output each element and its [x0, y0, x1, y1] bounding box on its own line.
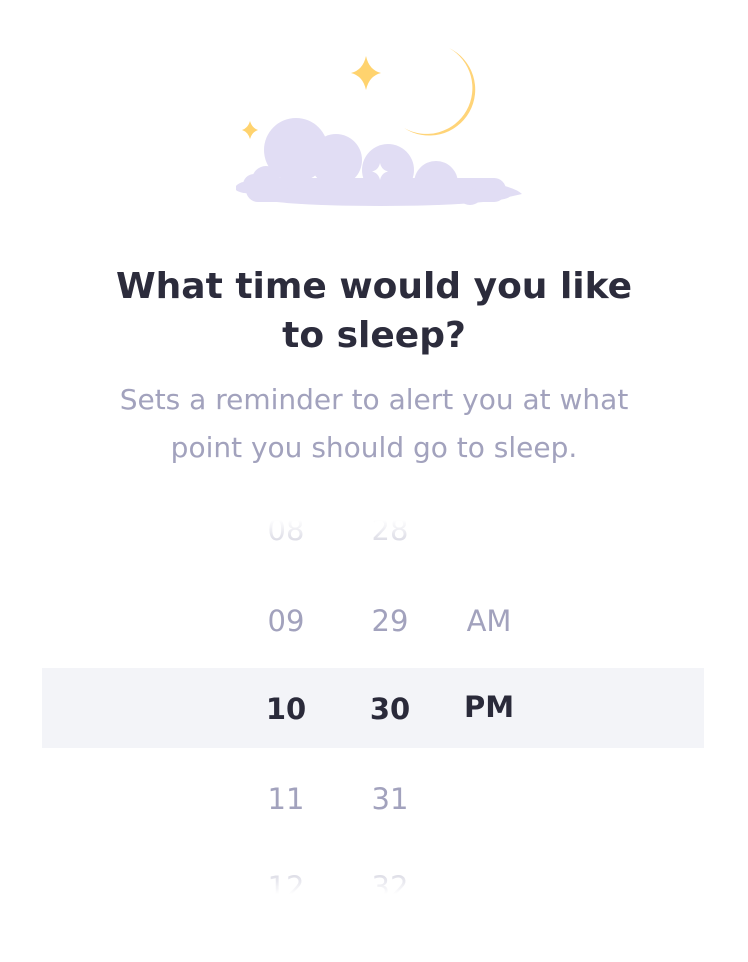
star-icon: [351, 56, 381, 90]
minute-option-selected[interactable]: 30: [340, 691, 440, 727]
sleep-illustration: [0, 0, 748, 230]
period-option-am[interactable]: AM: [440, 603, 538, 639]
period-option-pm-selected[interactable]: PM: [440, 689, 538, 725]
minute-option[interactable]: 31: [340, 781, 440, 817]
star-icon: [242, 121, 258, 139]
page-description-line-1: Sets a reminder to alert you at what: [119, 383, 629, 416]
night-sky-illustration: [236, 48, 522, 206]
hour-option[interactable]: 12: [236, 869, 336, 905]
page-title-line-1: What time would you like: [115, 266, 633, 307]
page-title-line-2: to sleep?: [282, 315, 466, 356]
hour-option[interactable]: 08: [236, 512, 336, 548]
cloud-icon: [236, 118, 522, 206]
period-wheel[interactable]: AM PM: [440, 480, 540, 920]
hour-option[interactable]: 09: [236, 603, 336, 639]
hour-option-selected[interactable]: 10: [236, 691, 336, 727]
minute-option[interactable]: 32: [340, 869, 440, 905]
moon-icon: [404, 48, 476, 136]
minute-option[interactable]: 29: [340, 603, 440, 639]
page-description-line-2: point you should go to sleep.: [170, 431, 578, 464]
page-description: Sets a reminder to alert you at what poi…: [0, 376, 748, 472]
minute-option[interactable]: 28: [340, 512, 440, 548]
hour-option[interactable]: 11: [236, 781, 336, 817]
hour-wheel[interactable]: 08 09 10 11 12: [236, 480, 336, 920]
page-title: What time would you like to sleep?: [0, 262, 748, 360]
time-picker[interactable]: 08 09 10 11 12 28 29 30 31 32 AM PM: [0, 480, 748, 920]
minute-wheel[interactable]: 28 29 30 31 32: [340, 480, 440, 920]
